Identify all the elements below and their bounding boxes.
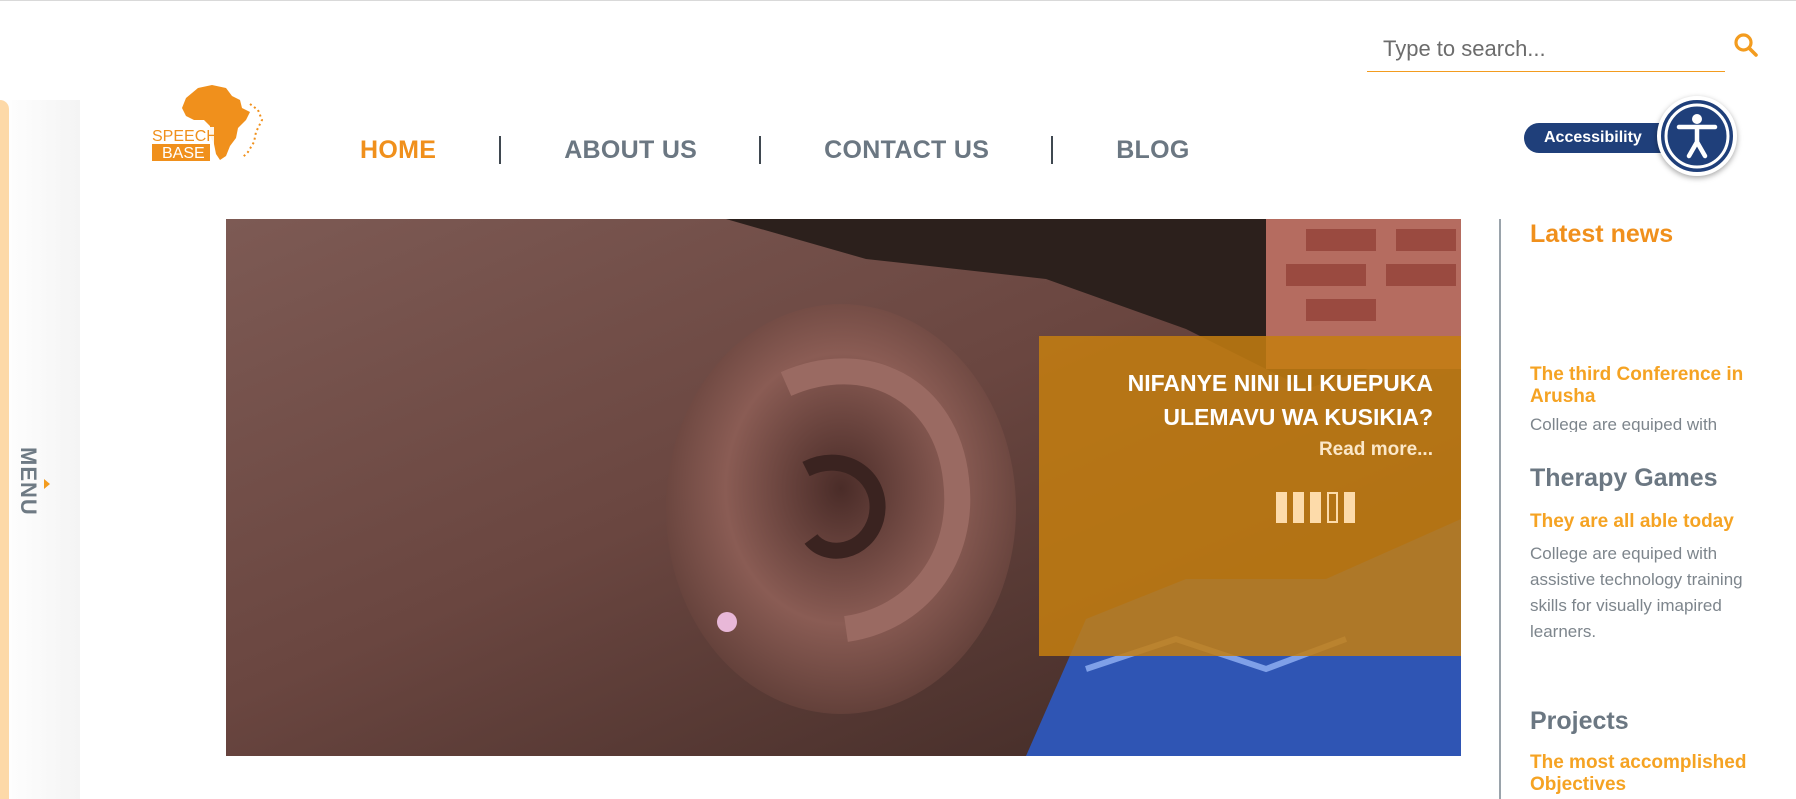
slider-dot[interactable]	[1344, 492, 1355, 523]
hero-caption: NIFANYE NINI ILI KUEPUKA ULEMAVU WA KUSI…	[1039, 336, 1461, 656]
speechbase-logo[interactable]: SPEECH BASE	[150, 82, 278, 164]
nav-blog[interactable]: BLOG	[1116, 136, 1189, 165]
projects-heading: Projects	[1530, 707, 1629, 735]
latest-news-item: The third Conference in Arusha College a…	[1530, 364, 1770, 432]
therapy-games-item-title[interactable]: They are all able today	[1530, 511, 1770, 533]
projects-section: Projects The most accomplished Objective…	[1530, 707, 1770, 796]
search-icon[interactable]	[1733, 32, 1759, 58]
latest-news-item-text: College are equiped with	[1530, 415, 1718, 432]
latest-news-section: Latest news	[1530, 220, 1770, 249]
nav-contact-us[interactable]: CONTACT US	[824, 136, 989, 165]
search-input[interactable]	[1383, 34, 1713, 64]
column-divider	[1499, 219, 1501, 799]
projects-item-title[interactable]: The most accomplished Objectives	[1530, 752, 1770, 796]
accessibility-widget[interactable]: Accessibility	[1524, 96, 1738, 180]
accessibility-button[interactable]	[1657, 96, 1737, 176]
nav-separator	[1051, 136, 1054, 164]
hero-title[interactable]: NIFANYE NINI ILI KUEPUKA ULEMAVU WA KUSI…	[1073, 366, 1433, 434]
side-menu-edge	[0, 100, 9, 799]
slider-dot[interactable]	[1310, 492, 1321, 523]
slider-dot-active[interactable]	[1327, 492, 1338, 523]
slider-dot[interactable]	[1276, 492, 1287, 523]
caret-right-icon[interactable]	[44, 479, 50, 489]
latest-news-heading: Latest news	[1530, 220, 1674, 248]
therapy-games-heading: Therapy Games	[1530, 464, 1718, 492]
nav-home[interactable]: HOME	[360, 136, 436, 165]
read-more-link[interactable]: Read more...	[1319, 439, 1433, 461]
latest-news-item-title[interactable]: The third Conference in Arusha	[1530, 364, 1770, 408]
logo-speech-text: SPEECH	[152, 128, 218, 145]
top-divider	[0, 0, 1796, 1]
logo-base-text: BASE	[162, 145, 205, 162]
hero-slider[interactable]: NIFANYE NINI ILI KUEPUKA ULEMAVU WA KUSI…	[226, 219, 1461, 756]
hero-title-line2: ULEMAVU WA KUSIKIA?	[1163, 404, 1433, 430]
slider-dot[interactable]	[1293, 492, 1304, 523]
side-menu-toggle[interactable]: MENU	[11, 447, 41, 516]
nav-separator	[499, 136, 502, 164]
therapy-games-item-text: College are equiped with assistive techn…	[1530, 544, 1743, 641]
hero-title-line1: NIFANYE NINI ILI KUEPUKA	[1127, 370, 1433, 396]
nav-separator	[759, 136, 762, 164]
slider-pager	[1276, 492, 1355, 523]
accessibility-person-icon	[1664, 103, 1730, 169]
search-bar	[1367, 26, 1725, 72]
main-nav: HOME ABOUT US CONTACT US BLOG	[360, 130, 1190, 170]
therapy-games-section: Therapy Games They are all able today Co…	[1530, 464, 1770, 645]
nav-about-us[interactable]: ABOUT US	[564, 136, 697, 165]
